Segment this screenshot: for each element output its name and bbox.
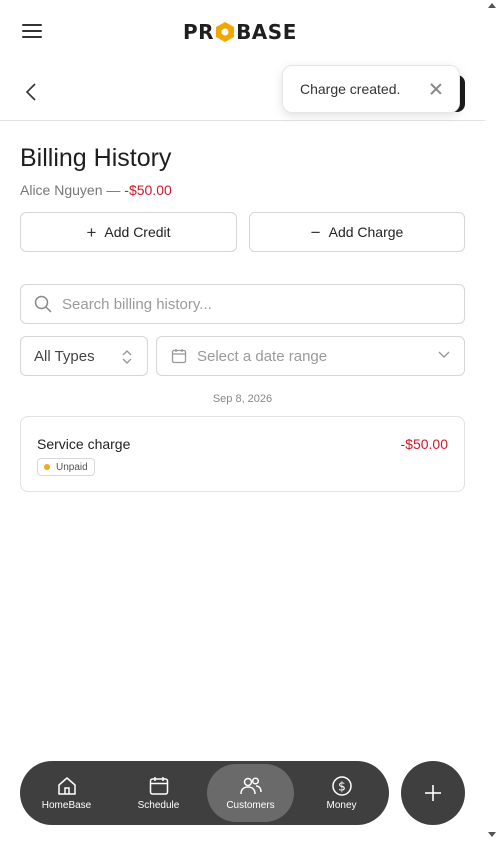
calendar-icon	[171, 349, 187, 364]
calendar-icon	[149, 777, 168, 795]
date-range-picker[interactable]: Select a date range	[156, 336, 465, 376]
nav-item-schedule[interactable]: Schedule	[115, 764, 202, 822]
customer-name: Alice Nguyen	[20, 182, 103, 198]
separator: —	[106, 182, 121, 198]
customer-summary: Alice Nguyen — -$50.00	[20, 182, 172, 198]
nav-item-money[interactable]: $ Money	[298, 764, 385, 822]
chevron-down-icon	[438, 351, 450, 358]
minus-icon: −	[310, 222, 321, 242]
page: PR BASE Charge created. Billing History …	[0, 0, 485, 845]
hexagon-logo-icon	[215, 21, 235, 43]
billing-entry-card[interactable]: Service charge -$50.00 Unpaid	[20, 416, 465, 492]
nav-label-schedule: Schedule	[137, 800, 180, 811]
plus-icon	[425, 785, 441, 801]
page-title: Billing History	[20, 144, 172, 172]
toast-message: Charge created.	[300, 81, 401, 97]
entry-amount: -$50.00	[400, 436, 448, 452]
search-icon	[34, 295, 52, 313]
probase-logo[interactable]: PR BASE	[183, 20, 297, 44]
home-icon	[57, 777, 76, 795]
nav-label-homebase: HomeBase	[41, 800, 92, 811]
status-dot	[44, 464, 50, 470]
plus-icon: +	[86, 222, 97, 242]
nav-item-homebase[interactable]: HomeBase	[23, 764, 110, 822]
entry-title: Service charge	[37, 436, 131, 452]
add-fab-button[interactable]	[401, 761, 465, 825]
search-input[interactable]	[62, 295, 442, 313]
status-label: Unpaid	[56, 461, 88, 473]
bottom-navigation: HomeBase Schedule Customers $ Money	[20, 761, 389, 825]
add-charge-label: Add Charge	[328, 224, 404, 240]
nav-item-customers[interactable]: Customers	[207, 764, 294, 822]
add-credit-button[interactable]: + Add Credit	[20, 212, 237, 252]
customer-balance: -$50.00	[124, 182, 172, 198]
back-arrow-icon[interactable]	[24, 82, 40, 102]
search-box	[20, 284, 465, 324]
svg-text:$: $	[338, 780, 346, 794]
scrollbar[interactable]	[485, 0, 500, 845]
type-filter-select[interactable]: All Types	[20, 336, 148, 376]
logo-text-suffix: BASE	[236, 20, 297, 44]
type-filter-value: All Types	[34, 347, 95, 365]
date-group-label: Sep 8, 2026	[212, 393, 273, 405]
toast-notification: Charge created.	[282, 65, 460, 113]
hamburger-menu-icon[interactable]	[22, 24, 42, 40]
chevron-up-down-icon	[122, 350, 132, 364]
add-charge-button[interactable]: − Add Charge	[249, 212, 465, 252]
date-range-placeholder: Select a date range	[197, 347, 328, 365]
close-icon[interactable]	[430, 83, 442, 95]
users-icon	[239, 777, 262, 795]
status-badge: Unpaid	[37, 458, 95, 476]
nav-label-money: Money	[326, 800, 357, 811]
top-bar: PR BASE	[0, 0, 485, 62]
nav-label-customers: Customers	[226, 800, 275, 811]
add-credit-label: Add Credit	[104, 224, 171, 240]
scroll-down-arrow-icon[interactable]	[488, 832, 496, 837]
logo-text-prefix: PR	[183, 20, 215, 44]
scroll-up-arrow-icon[interactable]	[488, 3, 496, 8]
dollar-icon: $	[331, 776, 352, 796]
